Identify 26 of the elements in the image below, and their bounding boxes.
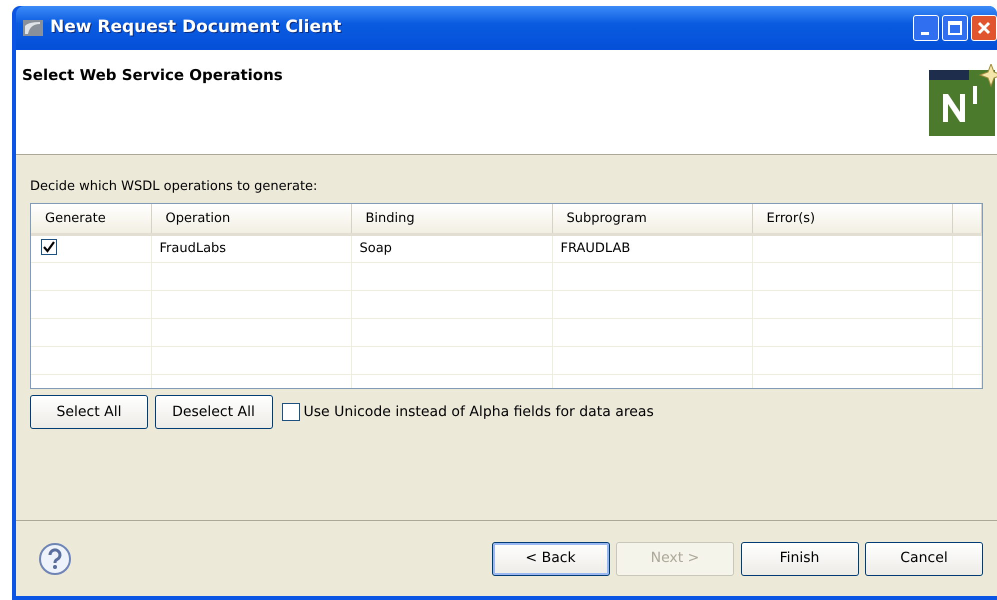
column-header[interactable]: Subprogram <box>552 204 752 234</box>
column-header[interactable]: Generate <box>31 204 151 234</box>
minimize-icon <box>920 32 928 34</box>
column-header[interactable]: Error(s) <box>752 204 952 234</box>
help-icon[interactable] <box>38 542 72 576</box>
table-button[interactable]: Select All <box>30 395 148 429</box>
minimize-button[interactable] <box>912 15 938 41</box>
dialog-button[interactable]: < Back <box>492 542 610 576</box>
close-button[interactable] <box>971 15 997 41</box>
window-title: New Request Document Client <box>50 16 342 40</box>
generate-checkbox[interactable] <box>41 238 57 255</box>
table-cell: FRAUDLAB <box>560 241 630 256</box>
table-cell: Soap <box>360 241 392 256</box>
column-header[interactable]: Binding <box>351 204 552 234</box>
close-icon <box>976 20 992 36</box>
table-cell: FraudLabs <box>160 241 226 256</box>
dialog-button[interactable]: Finish <box>740 542 858 576</box>
dialog-button[interactable]: Cancel <box>865 542 983 576</box>
table-button[interactable]: Deselect All <box>154 395 272 429</box>
maximize-icon <box>946 20 963 36</box>
maximize-button[interactable] <box>942 15 968 41</box>
unicode-option[interactable]: Use Unicode instead of Alpha fields for data areas <box>282 402 654 422</box>
window-icon <box>22 18 44 38</box>
instruction-text: Decide which WSDL operations to generate: <box>30 178 318 196</box>
page-title: Select Web Service Operations <box>22 65 283 86</box>
column-header[interactable]: Operation <box>151 204 351 234</box>
